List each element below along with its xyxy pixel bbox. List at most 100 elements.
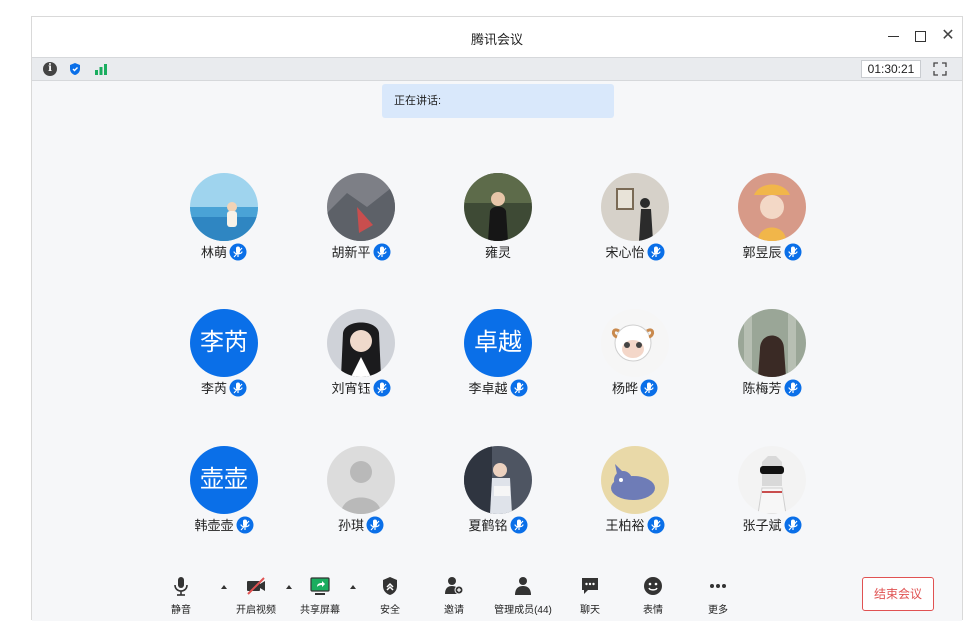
photo-avatar [464,173,532,241]
participant-name-row: 宋心怡 [580,242,690,262]
security-button[interactable]: 安全 [360,575,420,617]
photo-avatar [601,309,669,377]
invite-label: 邀请 [444,605,464,616]
mic-muted-icon [510,379,528,397]
participant-name: 胡新平 [331,245,371,260]
share-options-caret[interactable] [349,583,357,591]
mic-muted-icon [236,516,254,534]
security-icon [383,577,397,595]
participant-name: 王柏裕 [605,518,645,533]
participant-tile[interactable]: 胡新平 [306,173,416,273]
emoji-button[interactable]: 表情 [623,575,683,617]
photo-avatar [738,173,806,241]
participant-name-row: 郭昱辰 [717,242,827,262]
participant-tile[interactable]: 张子斌 [717,446,827,546]
text-avatar: 李芮 [190,309,258,377]
end-meeting-button[interactable]: 结束会议 [862,577,934,611]
window-title: 腾讯会议 [470,32,523,47]
photo-avatar [738,309,806,377]
participant-name-row: 林萌 [169,242,279,262]
participant-tile[interactable]: 王柏裕 [580,446,690,546]
chat-button[interactable]: 聊天 [560,575,620,617]
mute-label: 静音 [171,605,191,616]
mic-muted-icon [647,243,665,261]
security-label: 安全 [380,605,400,616]
photo-avatar [738,446,806,514]
participant-tile[interactable]: 李芮 李芮 [169,309,279,409]
maximize-button[interactable] [911,27,929,45]
shield-icon[interactable] [68,62,82,76]
minimize-button[interactable] [885,27,903,45]
participant-name: 夏鹤铭 [468,518,508,533]
participant-tile[interactable]: 杨晔 [580,309,690,409]
close-button[interactable]: ✕ [939,27,957,45]
mic-muted-icon [229,379,247,397]
share-screen-icon [310,577,330,595]
video-button[interactable]: 开启视频 [226,575,286,617]
participant-name: 孙琪 [337,518,364,533]
photo-avatar [327,173,395,241]
participant-tile[interactable]: 郭昱辰 [717,173,827,273]
text-avatar: 壶壶 [190,446,258,514]
mic-muted-icon [510,516,528,534]
photo-avatar [464,446,532,514]
participant-tile[interactable]: 壶壶韩壶壶 [169,446,279,546]
more-button[interactable]: 更多 [688,575,748,617]
participant-name: 李卓越 [468,381,508,396]
mic-muted-icon [366,516,384,534]
emoji-label: 表情 [643,605,663,616]
participant-tile[interactable]: 林萌 [169,173,279,273]
mic-muted-icon [229,243,247,261]
signal-icon[interactable] [94,62,108,76]
manage-members-button[interactable]: 管理成员(44) [492,575,554,617]
participant-tile[interactable]: 宋心怡 [580,173,690,273]
participant-tile[interactable]: 夏鹤铭 [443,446,553,546]
smiley-icon [644,577,662,595]
invite-button[interactable]: 邀请 [424,575,484,617]
mic-muted-icon [784,243,802,261]
participant-name-row: 陈梅芳 [717,378,827,398]
participant-tile[interactable]: 雍灵 [443,173,553,273]
more-label: 更多 [708,605,728,616]
participant-name-row: 张子斌 [717,515,827,535]
participant-name: 张子斌 [742,518,782,533]
share-screen-button[interactable]: 共享屏幕 [290,575,350,617]
participant-tile[interactable]: 卓越 李卓越 [443,309,553,409]
more-icon [710,584,726,588]
participant-tile[interactable]: 陈梅芳 [717,309,827,409]
participant-name-row: 李芮 [169,378,279,398]
info-bar: i 01:30:21 [32,57,962,81]
mic-muted-icon [647,516,665,534]
mic-muted-icon [640,379,658,397]
members-icon [515,577,531,595]
participant-tile[interactable]: 孙琪 [306,446,416,546]
photo-avatar [190,173,258,241]
mic-muted-icon [373,379,391,397]
participant-name: 林萌 [200,245,227,260]
default-avatar [327,446,395,514]
participant-name-row: 王柏裕 [580,515,690,535]
participant-name-row: 雍灵 [443,242,553,262]
meeting-timer: 01:30:21 [861,60,921,78]
fullscreen-icon[interactable] [932,61,948,77]
video-label: 开启视频 [236,605,276,616]
info-icon[interactable]: i [43,62,57,76]
members-label: 管理成员(44) [494,605,552,616]
participant-name-row: 韩壶壶 [169,515,279,535]
speaking-indicator: 正在讲话: [382,84,614,118]
mute-button[interactable]: 静音 [151,575,211,617]
participant-tile[interactable]: 刘宵钰 [306,309,416,409]
participant-name: 陈梅芳 [742,381,782,396]
participant-name: 杨晔 [611,381,638,396]
chat-label: 聊天 [580,605,600,616]
share-label: 共享屏幕 [300,605,340,616]
participant-name-row: 夏鹤铭 [443,515,553,535]
participant-name: 韩壶壶 [194,518,234,533]
participant-name-row: 李卓越 [443,378,553,398]
mic-muted-icon [784,516,802,534]
participant-name: 李芮 [200,381,227,396]
microphone-icon [174,577,188,596]
participant-name: 宋心怡 [605,245,645,260]
participant-name-row: 胡新平 [306,242,416,262]
participant-name-row: 杨晔 [580,378,690,398]
